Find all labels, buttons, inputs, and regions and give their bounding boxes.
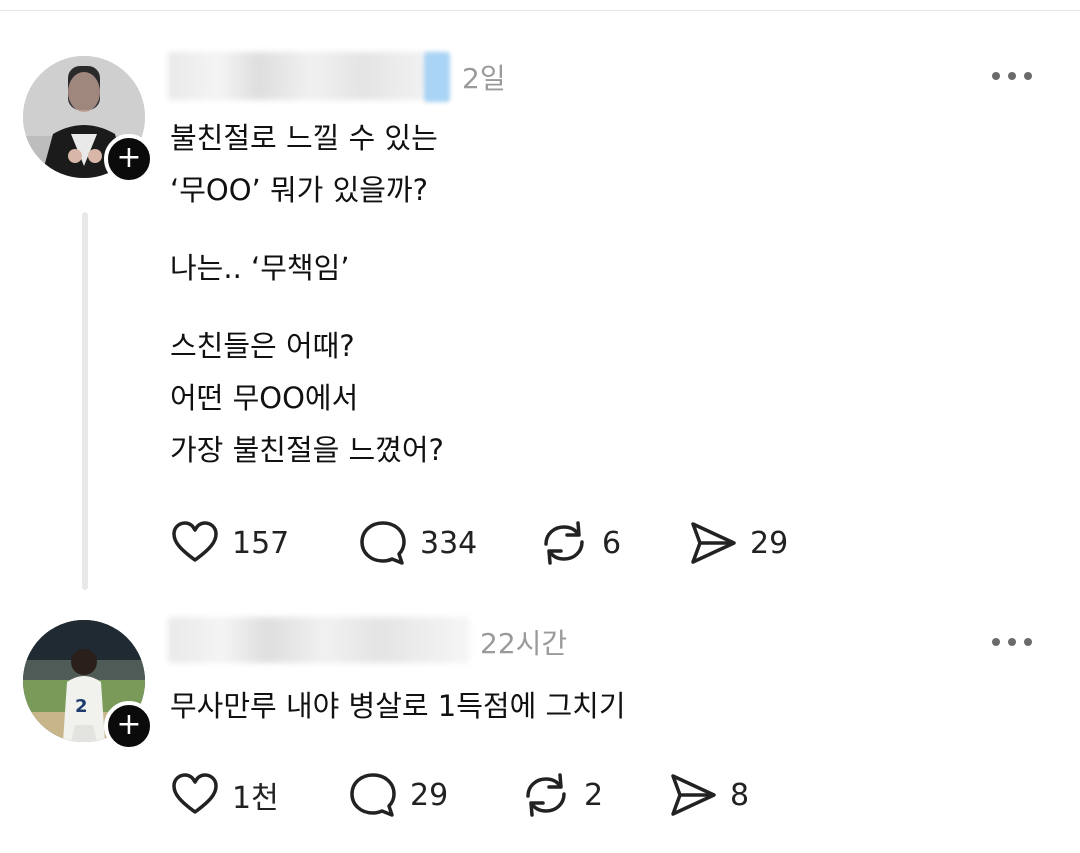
follow-plus-icon[interactable]: + [104, 134, 154, 184]
heart-icon [172, 521, 218, 562]
post: + 2일 불친절로 느낄 수 있는 ‘무OO’ 뭐가 있을까? 나는.. ‘무책… [0, 0, 1080, 600]
more-dots-icon[interactable] [992, 636, 1032, 648]
post: 2 + 22시간 무사만루 내야 병살로 1득점에 그치기 1천 29 2 8 [0, 600, 1080, 853]
svg-text:2: 2 [75, 696, 88, 717]
post-body: 불친절로 느낄 수 있는 ‘무OO’ 뭐가 있을까? 나는.. ‘무책임’ 스친… [170, 112, 444, 476]
username-redacted-accent [424, 52, 450, 102]
like-button[interactable]: 157 [170, 518, 289, 568]
heart-icon [172, 773, 218, 814]
follow-plus-icon[interactable]: + [104, 701, 154, 751]
post-line: 어떤 무OO에서 [170, 381, 359, 415]
reply-count: 334 [420, 525, 478, 561]
share-count: 29 [750, 525, 789, 561]
repost-button[interactable]: 2 [520, 770, 603, 820]
repost-arrows-icon [544, 521, 584, 565]
post-line: ‘무OO’ 뭐가 있을까? [170, 173, 428, 207]
speech-bubble-icon [350, 773, 396, 817]
share-button[interactable]: 29 [688, 518, 788, 568]
repost-count: 6 [602, 525, 622, 561]
username-redacted[interactable] [168, 52, 446, 100]
post-time: 2일 [462, 62, 506, 95]
post-line: 스친들은 어때? [170, 329, 355, 363]
post-time: 22시간 [480, 627, 568, 660]
share-count: 8 [730, 777, 750, 813]
reply-button[interactable]: 334 [358, 518, 477, 568]
reply-button[interactable]: 29 [348, 770, 448, 820]
post-body: 무사만루 내야 병살로 1득점에 그치기 [170, 689, 626, 723]
action-bar: 1천 29 2 8 [170, 770, 870, 820]
repost-button[interactable]: 6 [538, 518, 621, 568]
post-line: 나는.. ‘무책임’ [170, 251, 350, 285]
speech-bubble-icon [360, 521, 406, 565]
post-line: 불친절로 느낄 수 있는 [170, 121, 438, 155]
like-count: 157 [232, 525, 290, 561]
username-redacted[interactable] [168, 617, 470, 663]
reply-count: 29 [410, 777, 449, 813]
send-icon [671, 774, 716, 816]
send-icon [691, 522, 736, 564]
repost-count: 2 [584, 777, 604, 813]
share-button[interactable]: 8 [668, 770, 749, 820]
thread-line [82, 212, 88, 590]
like-button[interactable]: 1천 [170, 770, 279, 820]
post-line: 가장 불친절을 느꼈어? [170, 433, 444, 467]
repost-arrows-icon [526, 773, 566, 817]
like-count: 1천 [232, 781, 279, 816]
action-bar: 157 334 6 29 [170, 518, 870, 568]
more-dots-icon[interactable] [992, 70, 1032, 82]
